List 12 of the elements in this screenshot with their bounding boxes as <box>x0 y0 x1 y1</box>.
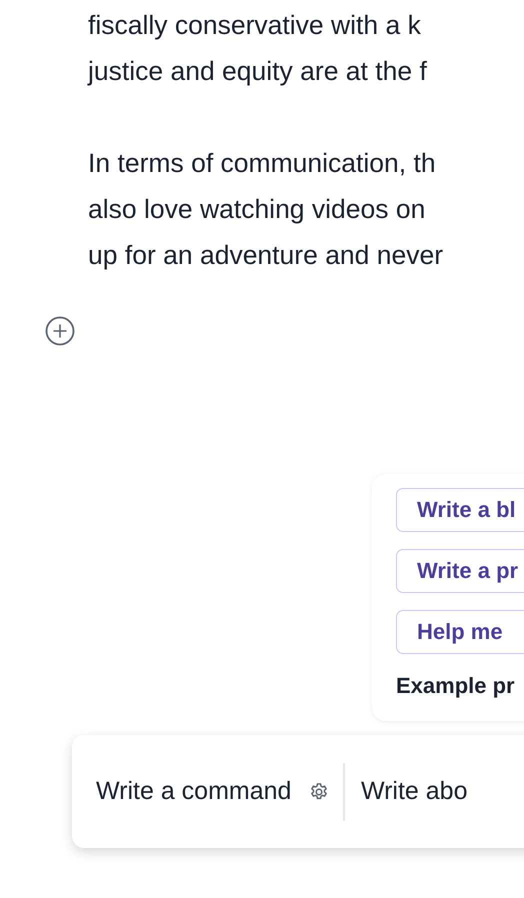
text-line: up for an adventure and never <box>88 239 444 272</box>
prompt-chip[interactable]: Help me <box>396 610 524 654</box>
prompt-chip[interactable]: Write a bl <box>396 488 524 532</box>
text-line: fiscally conservative with a k <box>88 9 421 42</box>
text-line: justice and equity are at the f <box>88 55 427 88</box>
section-label: Example pr <box>396 673 515 699</box>
text-line: In terms of communication, th <box>88 147 436 180</box>
command-label: Write a command <box>96 777 292 806</box>
prompt-chip[interactable]: Write a pr <box>396 549 524 593</box>
text-line: also love watching videos on <box>88 193 426 226</box>
command-input[interactable]: Write abo <box>360 777 501 806</box>
add-icon[interactable] <box>45 316 75 346</box>
